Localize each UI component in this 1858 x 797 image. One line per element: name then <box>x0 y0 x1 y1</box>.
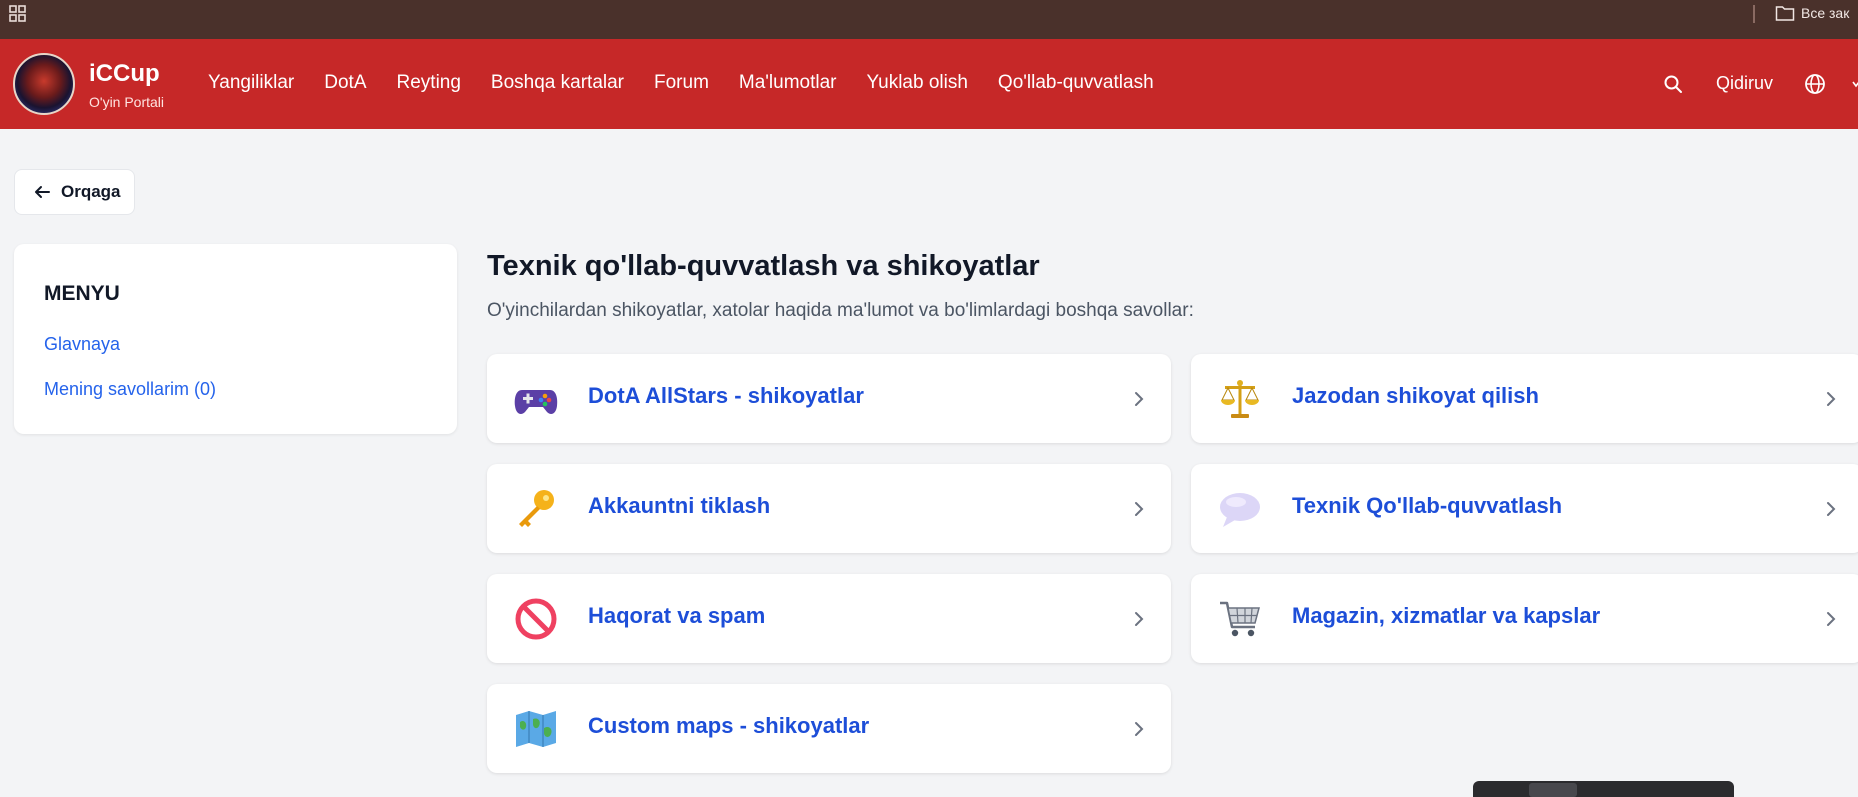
category-card-insults-spam[interactable]: Haqorat va spam <box>487 574 1171 663</box>
nav-item-boshqa-kartalar[interactable]: Boshqa kartalar <box>491 72 624 94</box>
iccup-logo[interactable] <box>13 53 75 115</box>
category-card-punishment-appeal[interactable]: Jazodan shikoyat qilish <box>1191 354 1858 443</box>
search-button[interactable]: Qidiruv <box>1716 73 1773 94</box>
page-description: O'yinchilardan shikoyatlar, xatolar haqi… <box>487 300 1194 321</box>
bookmark-folder-all[interactable]: Все зак <box>1775 4 1849 22</box>
main-nav: Yangiliklar DotA Reyting Boshqa kartalar… <box>208 72 1154 94</box>
nav-item-malumotlar[interactable]: Ma'lumotlar <box>739 72 837 94</box>
chevron-right-icon <box>1827 612 1836 626</box>
chevron-right-icon <box>1135 502 1144 516</box>
folder-icon <box>1775 6 1795 21</box>
site-header: iCCup O'yin Portali Yangiliklar DotA Rey… <box>0 39 1858 129</box>
category-label: Jazodan shikoyat qilish <box>1292 383 1539 408</box>
prohibited-icon <box>515 598 557 640</box>
scales-icon <box>1221 380 1259 418</box>
menu-title: MENYU <box>44 282 120 305</box>
category-label: Akkauntni tiklash <box>588 493 771 518</box>
nav-item-qollab-quvvatlash[interactable]: Qo'llab-quvvatlash <box>998 72 1154 94</box>
bookmark-folder-label: Все зак <box>1801 5 1850 21</box>
gamepad-icon <box>514 390 558 414</box>
nav-item-forum[interactable]: Forum <box>654 72 709 94</box>
sidebar-menu: MENYU Glavnaya Mening savollarim (0) <box>14 244 457 434</box>
chevron-right-icon <box>1827 392 1836 406</box>
category-label: Magazin, xizmatlar va kapslar <box>1292 603 1601 628</box>
category-card-technical-support[interactable]: Texnik Qo'llab-quvvatlash <box>1191 464 1858 553</box>
speech-bubble-icon <box>1220 493 1260 527</box>
chevron-down-icon[interactable] <box>1852 79 1858 89</box>
chevron-right-icon <box>1135 612 1144 626</box>
category-label: Haqorat va spam <box>588 603 766 628</box>
bookmarks-separator <box>1753 5 1755 23</box>
category-card-dota-allstars[interactable]: DotA AllStars - shikoyatlar <box>487 354 1171 443</box>
browser-bookmarks-bar: Все зак <box>0 0 1858 39</box>
key-icon <box>519 490 554 527</box>
apps-grid-icon[interactable] <box>8 4 28 24</box>
sidebar-item-my-questions[interactable]: Mening savollarim (0) <box>44 379 216 400</box>
shopping-cart-icon <box>1220 601 1260 637</box>
back-button-label: Orqaga <box>61 182 121 201</box>
popup-handle[interactable] <box>1529 783 1577 797</box>
bottom-popup-panel <box>1473 781 1734 797</box>
sidebar-item-glavnaya[interactable]: Glavnaya <box>44 334 120 355</box>
back-button[interactable]: Orqaga <box>14 169 135 215</box>
arrow-left-icon <box>35 186 50 198</box>
nav-item-yangiliklar[interactable]: Yangiliklar <box>208 72 294 94</box>
category-card-shop-services[interactable]: Magazin, xizmatlar va kapslar <box>1191 574 1858 663</box>
map-icon <box>516 711 556 747</box>
category-label: Texnik Qo'llab-quvvatlash <box>1292 493 1563 518</box>
page-title: Texnik qo'llab-quvvatlash va shikoyatlar <box>487 250 1040 282</box>
category-label: DotA AllStars - shikoyatlar <box>588 383 864 408</box>
nav-item-reyting[interactable]: Reyting <box>397 72 461 94</box>
category-label: Custom maps - shikoyatlar <box>588 713 870 738</box>
search-icon[interactable] <box>1663 74 1683 94</box>
category-card-custom-maps[interactable]: Custom maps - shikoyatlar <box>487 684 1171 773</box>
chevron-right-icon <box>1135 722 1144 736</box>
brand-subtitle: O'yin Portali <box>89 94 165 110</box>
nav-item-dota[interactable]: DotA <box>324 72 366 94</box>
category-card-account-recovery[interactable]: Akkauntni tiklash <box>487 464 1171 553</box>
chevron-right-icon <box>1827 502 1836 516</box>
brand-name[interactable]: iCCup <box>89 60 160 88</box>
nav-item-yuklab-olish[interactable]: Yuklab olish <box>867 72 968 94</box>
globe-icon[interactable] <box>1804 73 1826 95</box>
chevron-right-icon <box>1135 392 1144 406</box>
